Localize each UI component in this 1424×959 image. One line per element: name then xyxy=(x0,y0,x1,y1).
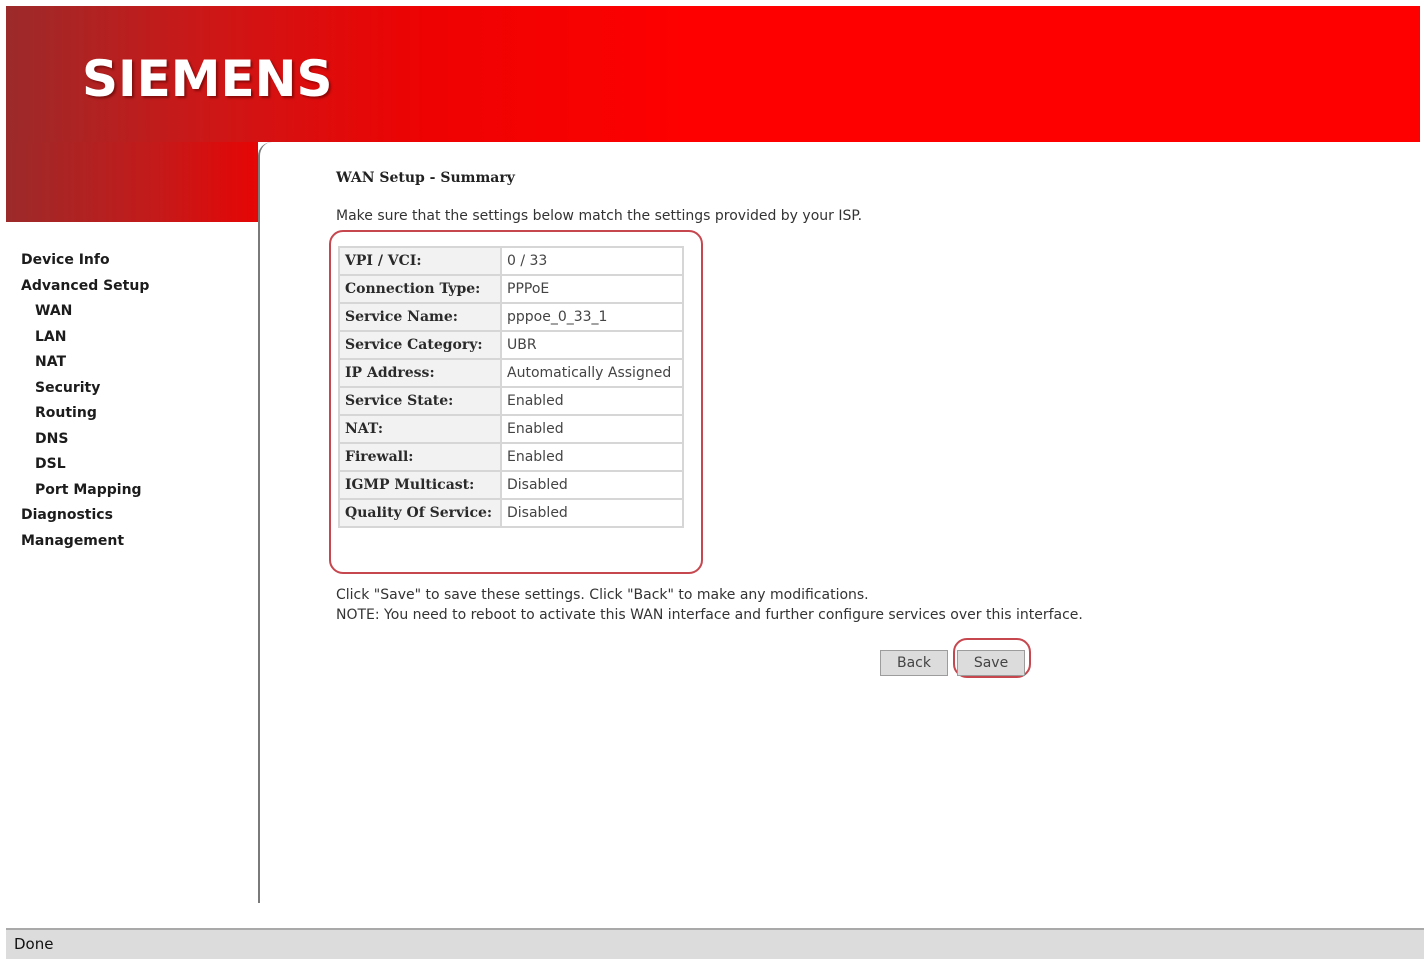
row-label: Firewall: xyxy=(338,442,502,472)
row-value: Enabled xyxy=(500,386,684,416)
table-row: Firewall: Enabled xyxy=(338,442,684,472)
table-row: Service State: Enabled xyxy=(338,386,684,416)
status-text: Done xyxy=(14,935,54,953)
row-label: Quality Of Service: xyxy=(338,498,502,528)
table-row: IP Address: Automatically Assigned xyxy=(338,358,684,388)
sidebar-item-diagnostics[interactable]: Diagnostics xyxy=(21,507,113,523)
row-value: UBR xyxy=(500,330,684,360)
row-value: pppoe_0_33_1 xyxy=(500,302,684,332)
sidebar-item-security[interactable]: Security xyxy=(35,380,100,396)
table-row: Connection Type: PPPoE xyxy=(338,274,684,304)
sidebar-item-device-info[interactable]: Device Info xyxy=(21,252,110,268)
sidebar-item-management[interactable]: Management xyxy=(21,533,124,549)
row-label: NAT: xyxy=(338,414,502,444)
table-row: Quality Of Service: Disabled xyxy=(338,498,684,528)
row-value: Disabled xyxy=(500,470,684,500)
sidebar-item-lan[interactable]: LAN xyxy=(35,329,66,345)
wan-summary-table: VPI / VCI: 0 / 33 Connection Type: PPPoE… xyxy=(338,246,684,528)
row-label: IP Address: xyxy=(338,358,502,388)
siemens-logo: SIEMENS xyxy=(82,50,333,108)
table-row: Service Category: UBR xyxy=(338,330,684,360)
browser-status-bar: Done xyxy=(6,928,1424,959)
sidebar-item-port-mapping[interactable]: Port Mapping xyxy=(35,482,142,498)
row-label: IGMP Multicast: xyxy=(338,470,502,500)
sidebar-item-advanced-setup[interactable]: Advanced Setup xyxy=(21,278,149,294)
row-value: Enabled xyxy=(500,442,684,472)
sidebar-item-dns[interactable]: DNS xyxy=(35,431,68,447)
back-button[interactable]: Back xyxy=(880,650,948,676)
router-page: SIEMENS Device Info Advanced Setup WAN L… xyxy=(6,6,1420,903)
row-value: Disabled xyxy=(500,498,684,528)
row-label: Service State: xyxy=(338,386,502,416)
table-row: IGMP Multicast: Disabled xyxy=(338,470,684,500)
save-button[interactable]: Save xyxy=(957,650,1025,676)
instruction-text: Click "Save" to save these settings. Cli… xyxy=(336,587,869,603)
table-row: VPI / VCI: 0 / 33 xyxy=(338,246,684,276)
page-title: WAN Setup - Summary xyxy=(336,170,515,186)
row-value: PPPoE xyxy=(500,274,684,304)
sidebar-item-dsl[interactable]: DSL xyxy=(35,456,66,472)
row-value: Enabled xyxy=(500,414,684,444)
reboot-note: NOTE: You need to reboot to activate thi… xyxy=(336,607,1083,623)
table-row: NAT: Enabled xyxy=(338,414,684,444)
intro-text: Make sure that the settings below match … xyxy=(336,208,863,224)
sidebar-item-nat[interactable]: NAT xyxy=(35,354,66,370)
row-value: Automatically Assigned xyxy=(500,358,684,388)
row-label: Connection Type: xyxy=(338,274,502,304)
sidebar-item-routing[interactable]: Routing xyxy=(35,405,97,421)
row-label: VPI / VCI: xyxy=(338,246,502,276)
table-row: Service Name: pppoe_0_33_1 xyxy=(338,302,684,332)
row-value: 0 / 33 xyxy=(500,246,684,276)
sidebar-banner xyxy=(6,142,258,222)
row-label: Service Name: xyxy=(338,302,502,332)
sidebar-item-wan[interactable]: WAN xyxy=(35,303,72,319)
row-label: Service Category: xyxy=(338,330,502,360)
